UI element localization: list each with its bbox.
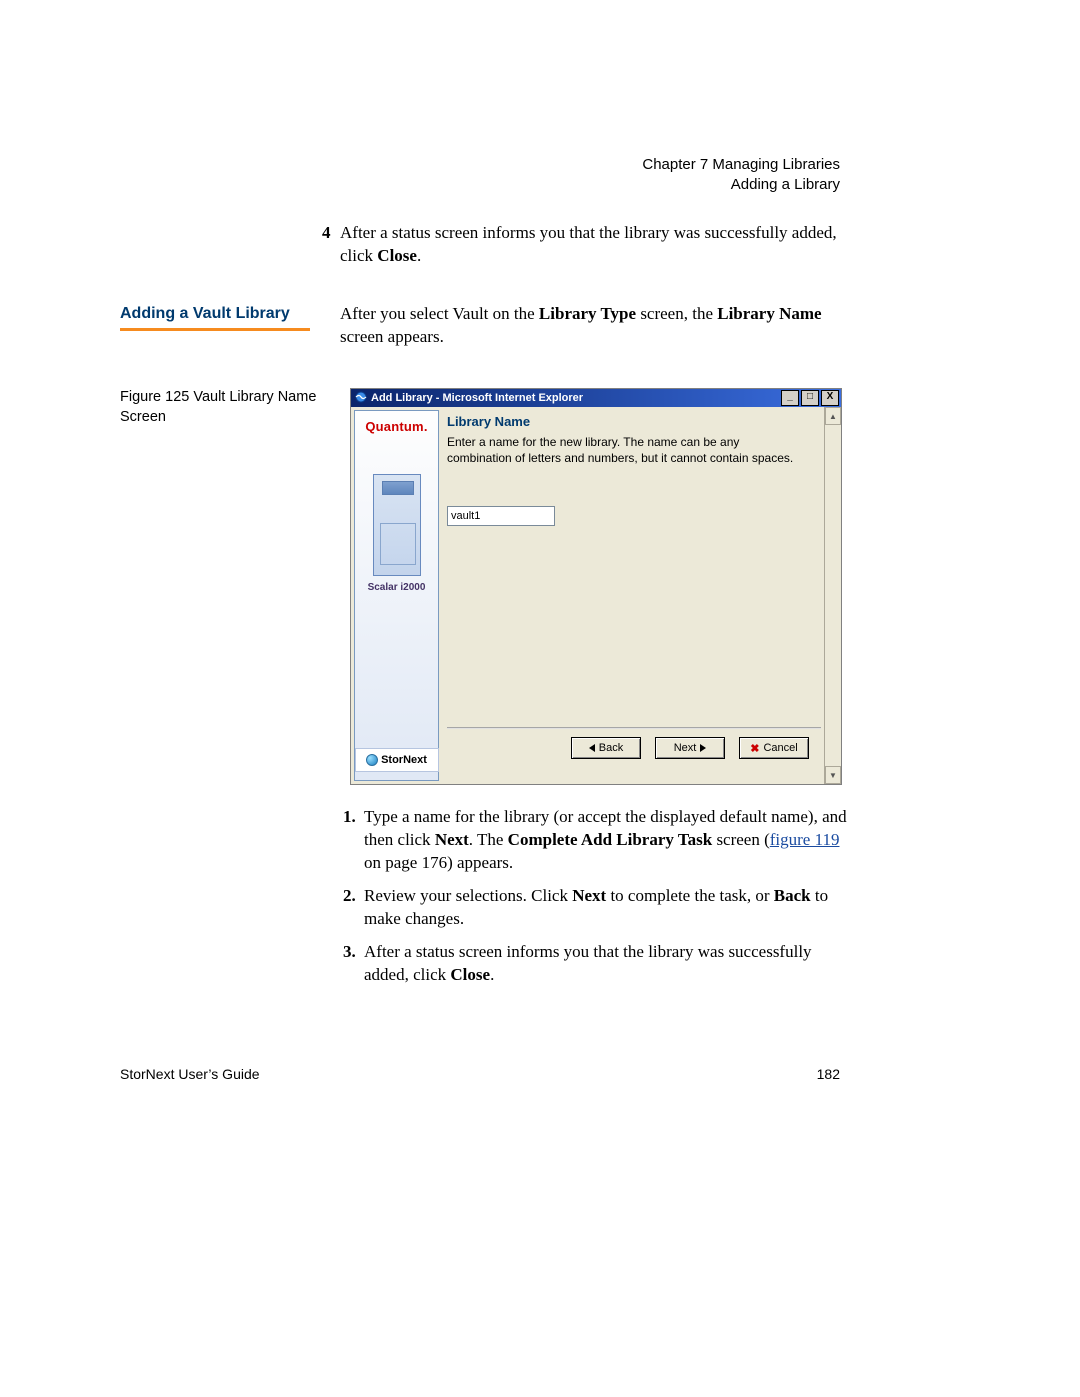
library-name-input[interactable] [447, 506, 555, 526]
triangle-left-icon [589, 744, 595, 752]
window-titlebar: Add Library - Microsoft Internet Explore… [351, 389, 841, 407]
scrollbar[interactable]: ▲ ▼ [824, 407, 841, 784]
quantum-logo: Quantum [365, 419, 427, 434]
section-line: Adding a Library [642, 175, 840, 195]
main-panel: Library Name Enter a name for the new li… [447, 410, 821, 781]
maximize-button[interactable]: □ [801, 390, 819, 406]
stornext-dot-icon [366, 754, 378, 766]
figure-caption: Figure 125 Vault Library Name Screen [120, 388, 320, 427]
chapter-line: Chapter 7 Managing Libraries [642, 155, 840, 175]
step-4-bold: Close [377, 246, 417, 265]
page-footer: StorNext User’s Guide 182 [120, 1066, 840, 1082]
next-button[interactable]: Next [655, 737, 725, 759]
step-3: After a status screen informs you that t… [360, 941, 850, 987]
section-intro: After you select Vault on the Library Ty… [340, 303, 840, 349]
step-1: Type a name for the library (or accept t… [360, 806, 850, 875]
cancel-button[interactable]: ✖ Cancel [739, 737, 809, 759]
stornext-logo: StorNext [355, 748, 439, 772]
step-number: 4 [322, 222, 331, 245]
step-2: Review your selections. Click Next to co… [360, 885, 850, 931]
minimize-button[interactable]: _ [781, 390, 799, 406]
back-button[interactable]: Back [571, 737, 641, 759]
footer-page-number: 182 [817, 1066, 840, 1082]
scroll-up-button[interactable]: ▲ [825, 407, 841, 425]
page-header: Chapter 7 Managing Libraries Adding a Li… [642, 155, 840, 196]
window-title: Add Library - Microsoft Internet Explore… [371, 392, 781, 404]
panel-divider [447, 727, 821, 729]
scroll-down-button[interactable]: ▼ [825, 766, 841, 784]
step-4: 4 After a status screen informs you that… [340, 222, 840, 268]
heading-underline [120, 328, 310, 331]
model-label: Scalar i2000 [368, 582, 426, 593]
triangle-right-icon [700, 744, 706, 752]
x-icon: ✖ [750, 742, 759, 755]
scroll-track[interactable] [825, 425, 841, 766]
screenshot-window: Add Library - Microsoft Internet Explore… [350, 388, 842, 785]
tape-library-icon [373, 474, 421, 576]
side-panel: Quantum Scalar i2000 StorNext [354, 410, 439, 781]
footer-left: StorNext User’s Guide [120, 1066, 260, 1082]
ie-icon [355, 391, 367, 406]
close-window-button[interactable]: X [821, 390, 839, 406]
section-heading: Adding a Vault Library [120, 305, 290, 323]
panel-description: Enter a name for the new library. The na… [447, 435, 807, 466]
steps-list: Type a name for the library (or accept t… [340, 806, 850, 997]
panel-heading: Library Name [447, 414, 821, 429]
figure-link[interactable]: figure 119 [770, 830, 840, 849]
